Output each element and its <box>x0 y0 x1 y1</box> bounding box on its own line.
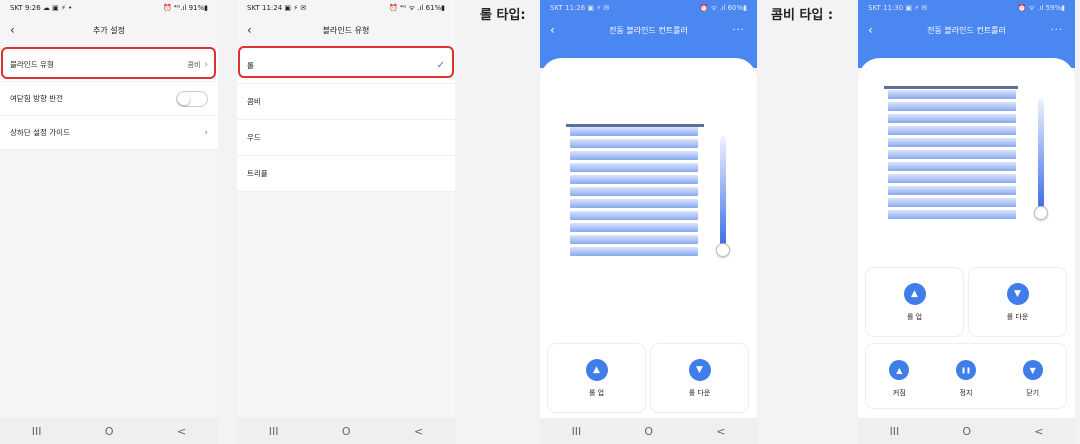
status-left: SKT 9:26 ☁ ▣ ⚡ • <box>10 4 73 12</box>
highlight-box <box>1 47 216 79</box>
button-label: 커짐 <box>892 389 906 397</box>
title-bar: ‹ 추가 설정 <box>0 16 218 44</box>
button-label: 롤 업 <box>906 312 923 321</box>
android-nav-bar: III O < <box>540 418 757 444</box>
roll-controller-screen: SKT 11:26 ▣ ⚡ ✉ ⏰ ᯤ .ıl 60%▮ ‹ 전동 블라인드 컨… <box>540 0 757 444</box>
home-button[interactable]: O <box>644 425 653 438</box>
stop-button[interactable]: ❚❚ 정지 <box>955 360 976 398</box>
status-bar: SKT 11:26 ▣ ⚡ ✉ ⏰ ᯤ .ıl 60%▮ <box>540 0 757 16</box>
status-left: SKT 11:30 ▣ ⚡ ✉ <box>868 4 928 12</box>
android-nav-bar: III O < <box>237 418 455 444</box>
back-button[interactable]: < <box>177 425 186 438</box>
composite-screenshot: SKT 9:26 ☁ ▣ ⚡ • ⏰ ⁴ᴳ.ıl 91%▮ ‹ 추가 설정 블라… <box>0 0 1080 444</box>
android-nav-bar: III O < <box>858 418 1075 444</box>
slider-handle[interactable] <box>1034 206 1048 220</box>
settings-screen: SKT 9:26 ☁ ▣ ⚡ • ⏰ ⁴ᴳ.ıl 91%▮ ‹ 추가 설정 블라… <box>0 0 218 444</box>
back-button[interactable]: < <box>414 425 423 438</box>
option-wood[interactable]: 우드 <box>237 120 455 156</box>
blind-type-screen: SKT 11:24 ▣ ⚡ ✉ ⏰ ⁴ᴳ ᯤ .ıl 61%▮ ‹ 블라인드 유… <box>237 0 455 444</box>
row-label: 여닫힘 방향 반전 <box>10 94 64 103</box>
combi-type-label: 콤비 타입 : <box>771 8 834 23</box>
button-label: 롤 다운 <box>688 388 711 397</box>
back-button[interactable]: < <box>1034 425 1043 438</box>
slider-handle[interactable] <box>716 243 730 257</box>
recent-apps-button[interactable]: III <box>269 425 279 438</box>
status-right: ⏰ ᯤ .ıl 60%▮ <box>699 3 747 12</box>
page-title: 전동 블라인드 컨트롤러 <box>927 25 1006 35</box>
title-bar: ‹ 블라인드 유형 <box>237 16 455 44</box>
title-bar: ‹ 전동 블라인드 컨트롤러 ··· <box>858 16 1075 44</box>
option-label: 트리플 <box>247 169 268 178</box>
option-combi[interactable]: 콤비 <box>237 84 455 120</box>
back-icon[interactable]: ‹ <box>868 23 873 37</box>
close-button[interactable]: ▼ 닫기 <box>1022 360 1043 398</box>
status-right: ⏰ ᯤ .ıl 59%▮ <box>1017 3 1065 12</box>
status-right: ⏰ ⁴ᴳ.ıl 91%▮ <box>163 4 208 12</box>
combi-control-group: ▲ 커짐 ❚❚ 정지 ▼ 닫기 <box>866 344 1066 408</box>
status-bar: SKT 9:26 ☁ ▣ ⚡ • ⏰ ⁴ᴳ.ıl 91%▮ <box>0 0 218 16</box>
status-left: SKT 11:24 ▣ ⚡ ✉ <box>247 4 307 12</box>
open-button[interactable]: ▲ 커짐 <box>889 360 910 398</box>
row-label: 상하단 설정 가이드 <box>10 128 70 137</box>
eject-down-icon: ▼ <box>688 358 711 381</box>
option-label: 우드 <box>247 133 261 142</box>
button-label: 닫기 <box>1026 389 1040 397</box>
up-icon: ▲ <box>889 360 910 380</box>
recent-apps-button[interactable]: III <box>572 425 582 438</box>
page-title: 추가 설정 <box>93 25 125 35</box>
controller-card: ▲ 롤 업 ▼ 롤 다운 <box>540 58 757 418</box>
page-title: 전동 블라인드 컨트롤러 <box>609 25 688 35</box>
status-bar: SKT 11:30 ▣ ⚡ ✉ ⏰ ᯤ .ıl 59%▮ <box>858 0 1075 16</box>
blind-visual <box>570 127 698 259</box>
highlight-box <box>238 46 454 78</box>
button-label: 롤 다운 <box>1006 312 1029 321</box>
blind-rail <box>884 86 1018 89</box>
more-icon[interactable]: ··· <box>1050 25 1063 36</box>
pause-icon: ❚❚ <box>955 360 976 380</box>
blind-visual <box>888 90 1016 222</box>
chevron-right-icon: › <box>204 127 208 138</box>
button-label: 정지 <box>959 389 973 397</box>
button-label: 롤 업 <box>588 388 605 397</box>
down-icon: ▼ <box>1022 360 1043 380</box>
roll-down-button[interactable]: ▼ 롤 다운 <box>969 268 1066 336</box>
roll-up-button[interactable]: ▲ 롤 업 <box>866 268 963 336</box>
home-button[interactable]: O <box>962 425 971 438</box>
reverse-toggle[interactable] <box>176 90 208 107</box>
settings-row-reverse-direction: 여닫힘 방향 반전 <box>0 82 218 116</box>
position-slider[interactable] <box>720 136 726 246</box>
status-left: SKT 11:26 ▣ ⚡ ✉ <box>550 4 610 12</box>
recent-apps-button[interactable]: III <box>32 425 42 438</box>
back-icon[interactable]: ‹ <box>550 23 555 37</box>
settings-row-guide[interactable]: 상하단 설정 가이드 › <box>0 116 218 150</box>
android-nav-bar: III O < <box>0 418 218 444</box>
roll-type-label: 롤 타입: <box>480 8 526 23</box>
roll-up-button[interactable]: ▲ 롤 업 <box>548 344 645 412</box>
option-triple[interactable]: 트리플 <box>237 156 455 192</box>
roll-down-button[interactable]: ▼ 롤 다운 <box>651 344 748 412</box>
toggle-knob <box>178 92 190 105</box>
status-right: ⏰ ⁴ᴳ ᯤ .ıl 61%▮ <box>389 3 445 12</box>
home-button[interactable]: O <box>105 425 114 438</box>
position-slider[interactable] <box>1038 98 1044 208</box>
option-label: 콤비 <box>247 97 261 106</box>
more-icon[interactable]: ··· <box>732 25 745 36</box>
eject-up-icon: ▲ <box>585 358 608 381</box>
page-title: 블라인드 유형 <box>322 25 370 35</box>
back-icon[interactable]: ‹ <box>247 23 252 37</box>
back-button[interactable]: < <box>716 425 725 438</box>
eject-up-icon: ▲ <box>903 282 926 305</box>
combi-controller-screen: SKT 11:30 ▣ ⚡ ✉ ⏰ ᯤ .ıl 59%▮ ‹ 전동 블라인드 컨… <box>858 0 1075 444</box>
home-button[interactable]: O <box>342 425 351 438</box>
status-bar: SKT 11:24 ▣ ⚡ ✉ ⏰ ⁴ᴳ ᯤ .ıl 61%▮ <box>237 0 455 16</box>
eject-down-icon: ▼ <box>1006 282 1029 305</box>
title-bar: ‹ 전동 블라인드 컨트롤러 ··· <box>540 16 757 44</box>
controller-card: ▲ 롤 업 ▼ 롤 다운 ▲ 커짐 ❚❚ 정지 ▼ 닫기 <box>858 58 1075 418</box>
recent-apps-button[interactable]: III <box>890 425 900 438</box>
back-icon[interactable]: ‹ <box>10 23 15 37</box>
